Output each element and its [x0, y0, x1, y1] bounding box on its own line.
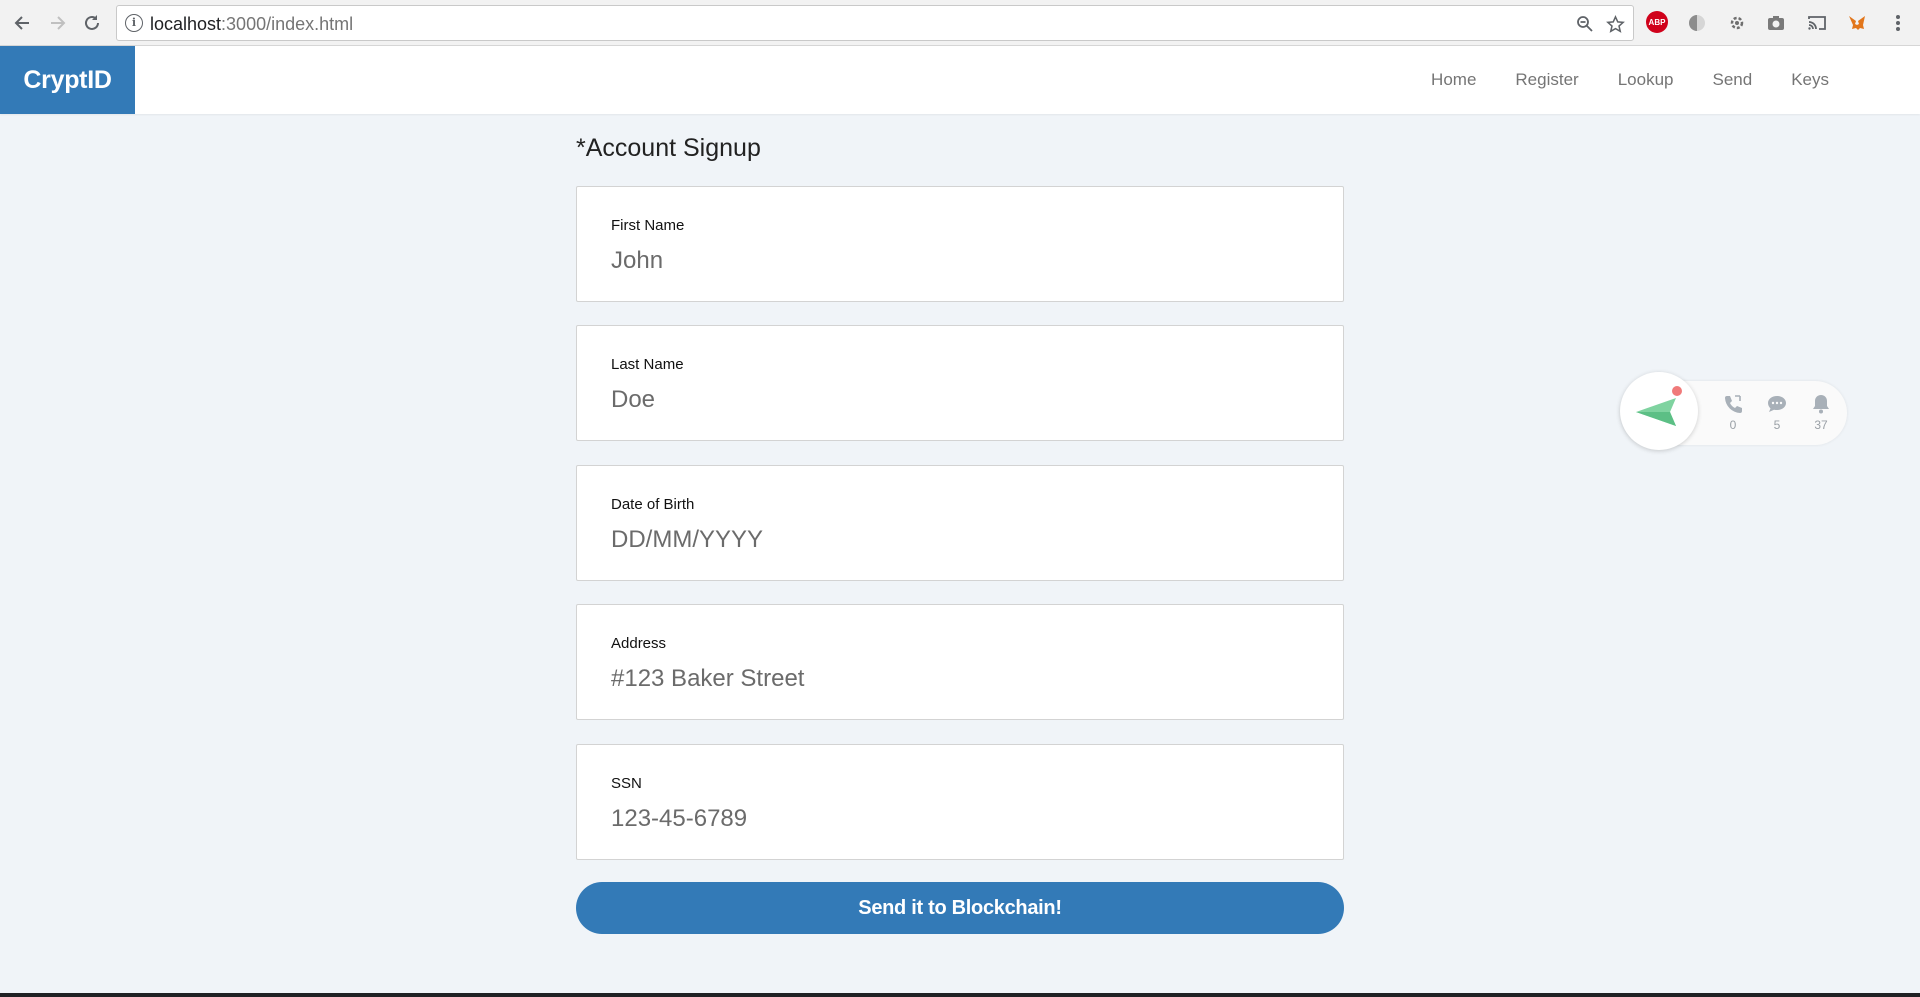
address-bar[interactable]: i localhost:3000/index.html: [116, 5, 1634, 41]
notifications-count: 37: [1814, 418, 1828, 432]
first-name-input[interactable]: [611, 243, 1311, 279]
page-title: *Account Signup: [576, 134, 761, 162]
site-info-icon[interactable]: i: [125, 14, 143, 32]
first-name-card: First Name: [576, 186, 1344, 302]
reload-button[interactable]: [78, 9, 106, 37]
browser-menu-icon[interactable]: [1886, 11, 1910, 35]
date-of-birth-label: Date of Birth: [611, 496, 695, 513]
widget-calls[interactable]: 0: [1718, 393, 1748, 432]
forward-arrow-icon: [51, 16, 66, 30]
last-name-label: Last Name: [611, 356, 684, 373]
gear-extension-icon[interactable]: [1725, 11, 1749, 35]
metamask-fox-icon[interactable]: [1845, 11, 1869, 35]
date-of-birth-card: Date of Birth: [576, 465, 1344, 581]
chat-icon: [1762, 393, 1792, 415]
last-name-card: Last Name: [576, 325, 1344, 441]
nav-link-home[interactable]: Home: [1431, 70, 1476, 90]
address-input[interactable]: [611, 661, 1311, 697]
send-to-blockchain-button[interactable]: Send it to Blockchain!: [576, 882, 1344, 934]
widget-launcher[interactable]: [1620, 372, 1698, 450]
nav-link-send[interactable]: Send: [1713, 70, 1753, 90]
url-host: localhost: [150, 14, 222, 34]
address-card: Address: [576, 604, 1344, 720]
last-name-input[interactable]: [611, 382, 1311, 418]
ssn-input[interactable]: [611, 801, 1311, 837]
camera-extension-icon[interactable]: [1764, 11, 1788, 35]
reload-icon: [85, 15, 99, 30]
messages-count: 5: [1773, 418, 1781, 432]
calls-count: 0: [1729, 418, 1737, 432]
widget-notifications[interactable]: 37: [1806, 393, 1836, 432]
zoom-icon[interactable]: [1573, 12, 1597, 36]
app-navbar: CryptID Home Register Lookup Send Keys: [0, 46, 1920, 114]
forward-button[interactable]: [44, 9, 72, 37]
floating-widget: 0 5 37: [1620, 372, 1847, 450]
contrast-extension-icon[interactable]: [1685, 11, 1709, 35]
ssn-card: SSN: [576, 744, 1344, 860]
phone-icon: [1718, 393, 1748, 415]
bell-icon: [1806, 393, 1836, 415]
nav-link-keys[interactable]: Keys: [1791, 70, 1829, 90]
cast-icon[interactable]: [1805, 11, 1829, 35]
send-arrow-icon: [1636, 398, 1676, 426]
address-label: Address: [611, 635, 667, 652]
widget-messages[interactable]: 5: [1762, 393, 1792, 432]
nav-link-lookup[interactable]: Lookup: [1618, 70, 1674, 90]
browser-toolbar: i localhost:3000/index.html ABP: [0, 0, 1920, 46]
notification-dot: [1672, 386, 1682, 396]
date-of-birth-input[interactable]: [611, 522, 1311, 558]
main-nav: Home Register Lookup Send Keys: [1392, 46, 1829, 114]
back-arrow-icon: [14, 16, 29, 30]
url-text: localhost:3000/index.html: [150, 14, 353, 35]
first-name-label: First Name: [611, 217, 685, 234]
nav-link-register[interactable]: Register: [1515, 70, 1578, 90]
brand-logo[interactable]: CryptID: [0, 46, 135, 114]
bottom-edge: [0, 993, 1920, 997]
back-button[interactable]: [8, 9, 36, 37]
bookmark-star-icon[interactable]: [1603, 12, 1627, 36]
adblock-extension-icon[interactable]: ABP: [1646, 11, 1668, 33]
url-path: :3000/index.html: [221, 14, 354, 34]
ssn-label: SSN: [611, 775, 642, 792]
